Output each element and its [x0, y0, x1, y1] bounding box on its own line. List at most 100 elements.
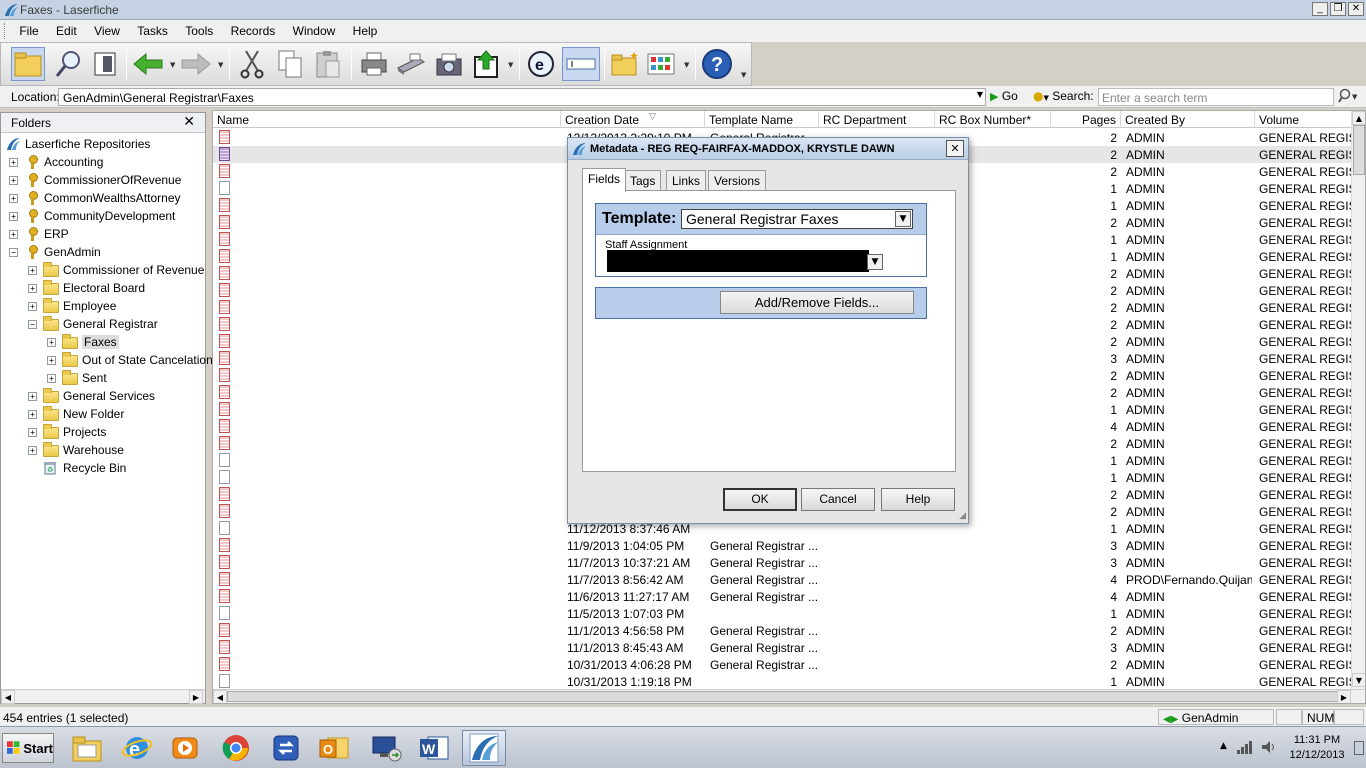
expand-icon[interactable]: + [9, 193, 18, 203]
rename-button[interactable] [562, 47, 600, 81]
scroll-up-icon[interactable]: ▲ [1352, 111, 1365, 125]
tray-expand-icon[interactable]: ▲ [1220, 741, 1227, 751]
tree-item-warehouse[interactable]: + Warehouse [28, 441, 124, 459]
view-mode-dropdown-icon[interactable]: ▼ [684, 61, 689, 69]
taskbar-internet-explorer[interactable]: e [115, 730, 159, 766]
grid-horizontal-thumb[interactable] [227, 691, 1343, 702]
expand-icon[interactable]: + [28, 265, 37, 275]
minimize-button[interactable]: _ [1312, 2, 1328, 16]
column-name[interactable]: Name [213, 111, 561, 128]
collapse-icon[interactable]: − [28, 319, 37, 329]
tab-versions[interactable]: Versions [708, 170, 767, 190]
taskbar-outlook[interactable]: O [312, 730, 356, 766]
tree-item-accounting[interactable]: + Accounting [9, 153, 103, 171]
show-desktop-button[interactable] [1354, 741, 1364, 755]
forward-dropdown-icon[interactable]: ▼ [218, 61, 223, 69]
scan-button[interactable] [394, 47, 428, 81]
tree-item-new-folder[interactable]: + New Folder [28, 405, 124, 423]
volume-icon[interactable] [1260, 739, 1278, 755]
metadata-pane-button[interactable] [88, 47, 122, 81]
taskbar-explorer[interactable] [65, 730, 109, 766]
toolbar-overflow-icon[interactable]: ▼ [741, 71, 746, 79]
column-rc-box-number[interactable]: RC Box Number* [935, 111, 1051, 128]
scroll-left-icon[interactable]: ◀ [213, 690, 227, 703]
dialog-close-button[interactable]: ✕ [946, 140, 964, 157]
expand-icon[interactable]: + [9, 211, 18, 221]
template-select[interactable]: General Registrar Faxes ▼ [681, 209, 913, 229]
menu-window[interactable]: Window [286, 20, 343, 42]
tree-item-genadmin[interactable]: − GenAdmin [9, 243, 101, 261]
menu-view[interactable]: View [87, 20, 127, 42]
tree-item-employee[interactable]: + Employee [28, 297, 116, 315]
export-dropdown-icon[interactable]: ▼ [508, 61, 513, 69]
expand-icon[interactable]: + [47, 355, 56, 365]
search-input[interactable]: Enter a search term [1098, 88, 1334, 106]
table-row[interactable]: 10/31/2013 4:06:28 PM General Registrar .… [213, 656, 1353, 673]
column-rc-department[interactable]: RC Department [819, 111, 935, 128]
grid-vertical-thumb[interactable] [1353, 125, 1365, 175]
go-button[interactable]: ▶ Go [990, 89, 1018, 103]
tree-item-commissioner-of-revenue[interactable]: + Commissioner of Revenue [28, 261, 204, 279]
table-row[interactable]: 11/9/2013 1:04:05 PM General Registrar ..… [213, 537, 1353, 554]
resize-grip-icon[interactable]: ◢ [959, 510, 966, 521]
expand-icon[interactable]: + [28, 427, 37, 437]
scroll-right-icon[interactable]: ▶ [1337, 690, 1351, 703]
close-icon[interactable]: ✕ [183, 114, 195, 130]
search-icon[interactable]: ▼ [1338, 88, 1360, 107]
dialog-title-bar[interactable]: Metadata - REG REQ-FAIRFAX-MADDOX, KRYST… [568, 138, 968, 160]
table-row[interactable]: 11/6/2013 11:27:17 AM General Registrar .… [213, 588, 1353, 605]
taskbar-laserfiche[interactable] [462, 730, 506, 766]
tree-item-recycle-bin[interactable]: ♻ Recycle Bin [28, 459, 126, 477]
restore-button[interactable]: ❐ [1330, 2, 1346, 16]
snapshot-button[interactable] [432, 47, 466, 81]
tree-item-erp[interactable]: + ERP [9, 225, 69, 243]
grid-horizontal-scrollbar[interactable]: ◀ ▶ [213, 689, 1365, 703]
column-volume[interactable]: Volume [1255, 111, 1353, 128]
tree-item-projects[interactable]: + Projects [28, 423, 106, 441]
cut-button[interactable] [235, 47, 269, 81]
tree-item-commissionerofrevenue[interactable]: + CommissionerOfRevenue [9, 171, 181, 189]
expand-icon[interactable]: + [9, 175, 18, 185]
location-dropdown-icon[interactable]: ▼ [977, 90, 983, 99]
tab-links[interactable]: Links [666, 170, 707, 190]
tree-item-commonwealthsattorney[interactable]: + CommonWealthsAttorney [9, 189, 181, 207]
expand-icon[interactable]: + [28, 283, 37, 293]
close-window-button[interactable]: ✕ [1348, 2, 1364, 16]
search-type-icon[interactable]: ● [1033, 89, 1043, 103]
print-button[interactable] [357, 47, 391, 81]
collapse-icon[interactable]: − [9, 247, 18, 257]
export-button[interactable] [470, 47, 504, 81]
tree-item-electoral-board[interactable]: + Electoral Board [28, 279, 145, 297]
view-mode-button[interactable] [644, 47, 678, 81]
network-icon[interactable] [1236, 739, 1254, 755]
cancel-button[interactable]: Cancel [801, 488, 875, 511]
web-access-button[interactable]: e [524, 47, 558, 81]
column-template-name[interactable]: Template Name [705, 111, 819, 128]
tree-item-general-services[interactable]: + General Services [28, 387, 155, 405]
tree-item-sent[interactable]: + Sent [47, 369, 107, 387]
copy-button[interactable] [273, 47, 307, 81]
back-button[interactable] [131, 47, 165, 81]
scroll-left-icon[interactable]: ◀ [1, 690, 15, 704]
folders-horizontal-scrollbar[interactable]: ◀ ▶ [1, 689, 205, 704]
expand-icon[interactable]: + [9, 229, 18, 239]
forward-button[interactable] [179, 47, 213, 81]
expand-icon[interactable]: + [9, 157, 18, 167]
menu-help[interactable]: Help [346, 20, 385, 42]
menu-records[interactable]: Records [224, 20, 283, 42]
table-row[interactable]: 11/1/2013 8:45:43 AM General Registrar ..… [213, 639, 1353, 656]
tab-fields[interactable]: Fields [582, 168, 627, 192]
table-row[interactable]: 11/7/2013 8:56:42 AM General Registrar ..… [213, 571, 1353, 588]
ok-button[interactable]: OK [723, 488, 797, 511]
table-row[interactable]: 11/5/2013 1:07:03 PM 1 ADMIN GENERAL REGIST… [213, 605, 1353, 622]
column-created-by[interactable]: Created By [1121, 111, 1255, 128]
scroll-right-icon[interactable]: ▶ [189, 690, 203, 704]
staff-assignment-field[interactable] [607, 250, 869, 272]
help-dialog-button[interactable]: Help [881, 488, 955, 511]
taskbar-sync-app[interactable] [264, 730, 308, 766]
chevron-down-icon[interactable]: ▼ [867, 254, 883, 270]
expand-icon[interactable]: + [28, 409, 37, 419]
taskbar-word[interactable]: W [412, 730, 456, 766]
column-pages[interactable]: Pages [1051, 111, 1121, 128]
tree-item-out-of-state-cancelations[interactable]: + Out of State Cancelations [47, 351, 219, 369]
